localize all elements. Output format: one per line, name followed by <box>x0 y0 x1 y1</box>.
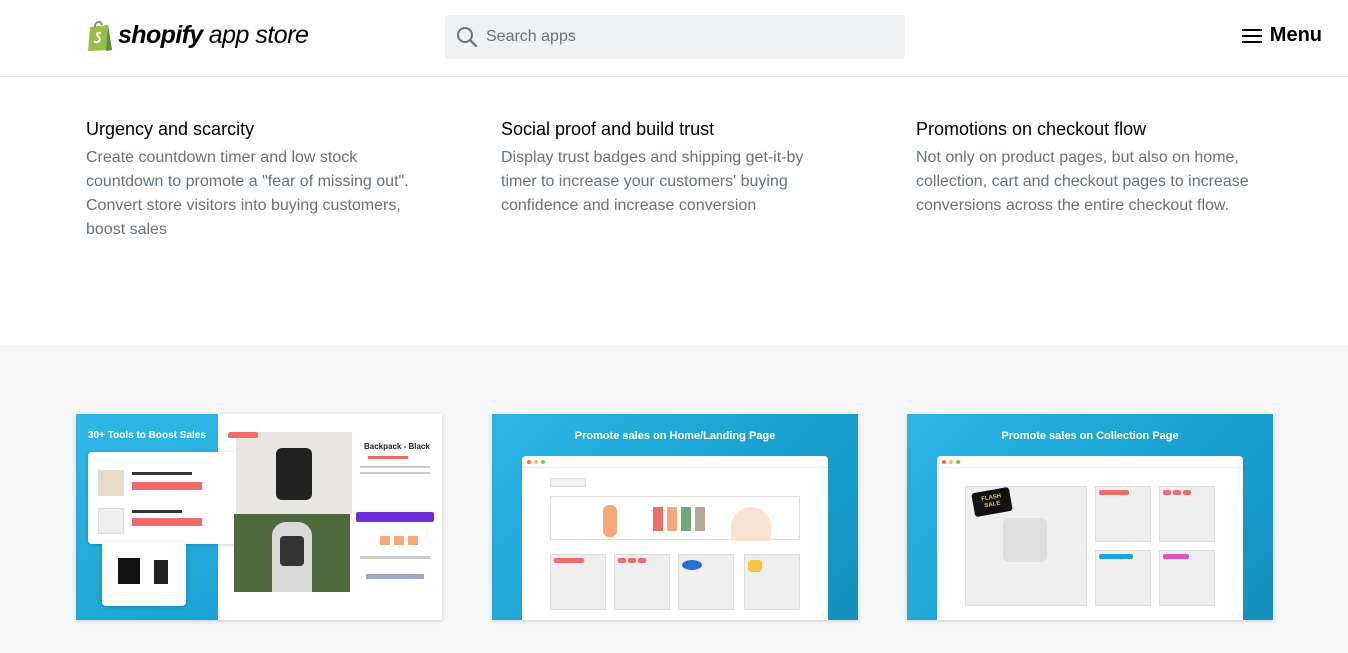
logo-wordmark: shopify <box>118 20 203 49</box>
screenshot-gallery: 30+ Tools to Boost Sales Backpack - Blac… <box>0 345 1348 653</box>
gallery-image-3[interactable]: Promote sales on Collection Page FLASH S… <box>907 414 1273 620</box>
hamburger-icon <box>1241 28 1262 43</box>
browser-mockup <box>522 456 828 620</box>
flash-sale-text: FLASH SALE <box>980 493 1002 510</box>
search-icon <box>457 27 478 48</box>
feature-social-proof: Social proof and build trust Display tru… <box>501 118 831 218</box>
feature-urgency: Urgency and scarcity Create countdown ti… <box>86 118 431 242</box>
menu-button[interactable]: Menu <box>1241 24 1322 47</box>
backpack-model-photo <box>234 514 350 592</box>
backpack-photo <box>236 432 352 514</box>
search-bar[interactable] <box>445 15 905 59</box>
product-title: Backpack - Black <box>364 442 430 451</box>
feature-title: Social proof and build trust <box>501 119 715 139</box>
search-input[interactable] <box>486 28 886 46</box>
feature-title: Urgency and scarcity <box>86 119 255 139</box>
feature-description: Not only on product pages, but also on h… <box>916 149 1249 214</box>
shopify-bag-icon <box>88 20 112 51</box>
gallery-image-2[interactable]: Promote sales on Home/Landing Page <box>492 414 858 620</box>
card-title: Promote sales on Collection Page <box>1001 430 1179 442</box>
add-to-cart-preview <box>356 512 434 522</box>
gallery-image-1[interactable]: 30+ Tools to Boost Sales Backpack - Blac… <box>76 414 442 620</box>
top-header: shopify app store Menu <box>0 0 1348 77</box>
card-title: 30+ Tools to Boost Sales <box>88 430 206 441</box>
feature-title: Promotions on checkout flow <box>916 119 1147 139</box>
menu-label: Menu <box>1269 24 1322 46</box>
feature-promotions: Promotions on checkout flow Not only on … <box>916 118 1271 218</box>
logo-subtitle: app store <box>208 20 309 49</box>
browser-mockup: FLASH SALE <box>937 456 1243 620</box>
card-title: Promote sales on Home/Landing Page <box>574 430 776 442</box>
feature-description: Display trust badges and shipping get-it… <box>501 149 804 214</box>
cart-preview <box>88 452 248 544</box>
hero-banner-preview <box>550 496 800 541</box>
collection-preview <box>102 542 186 606</box>
feature-description: Create countdown timer and low stock cou… <box>86 149 409 238</box>
shopify-app-store-logo[interactable]: shopify app store <box>86 18 309 52</box>
